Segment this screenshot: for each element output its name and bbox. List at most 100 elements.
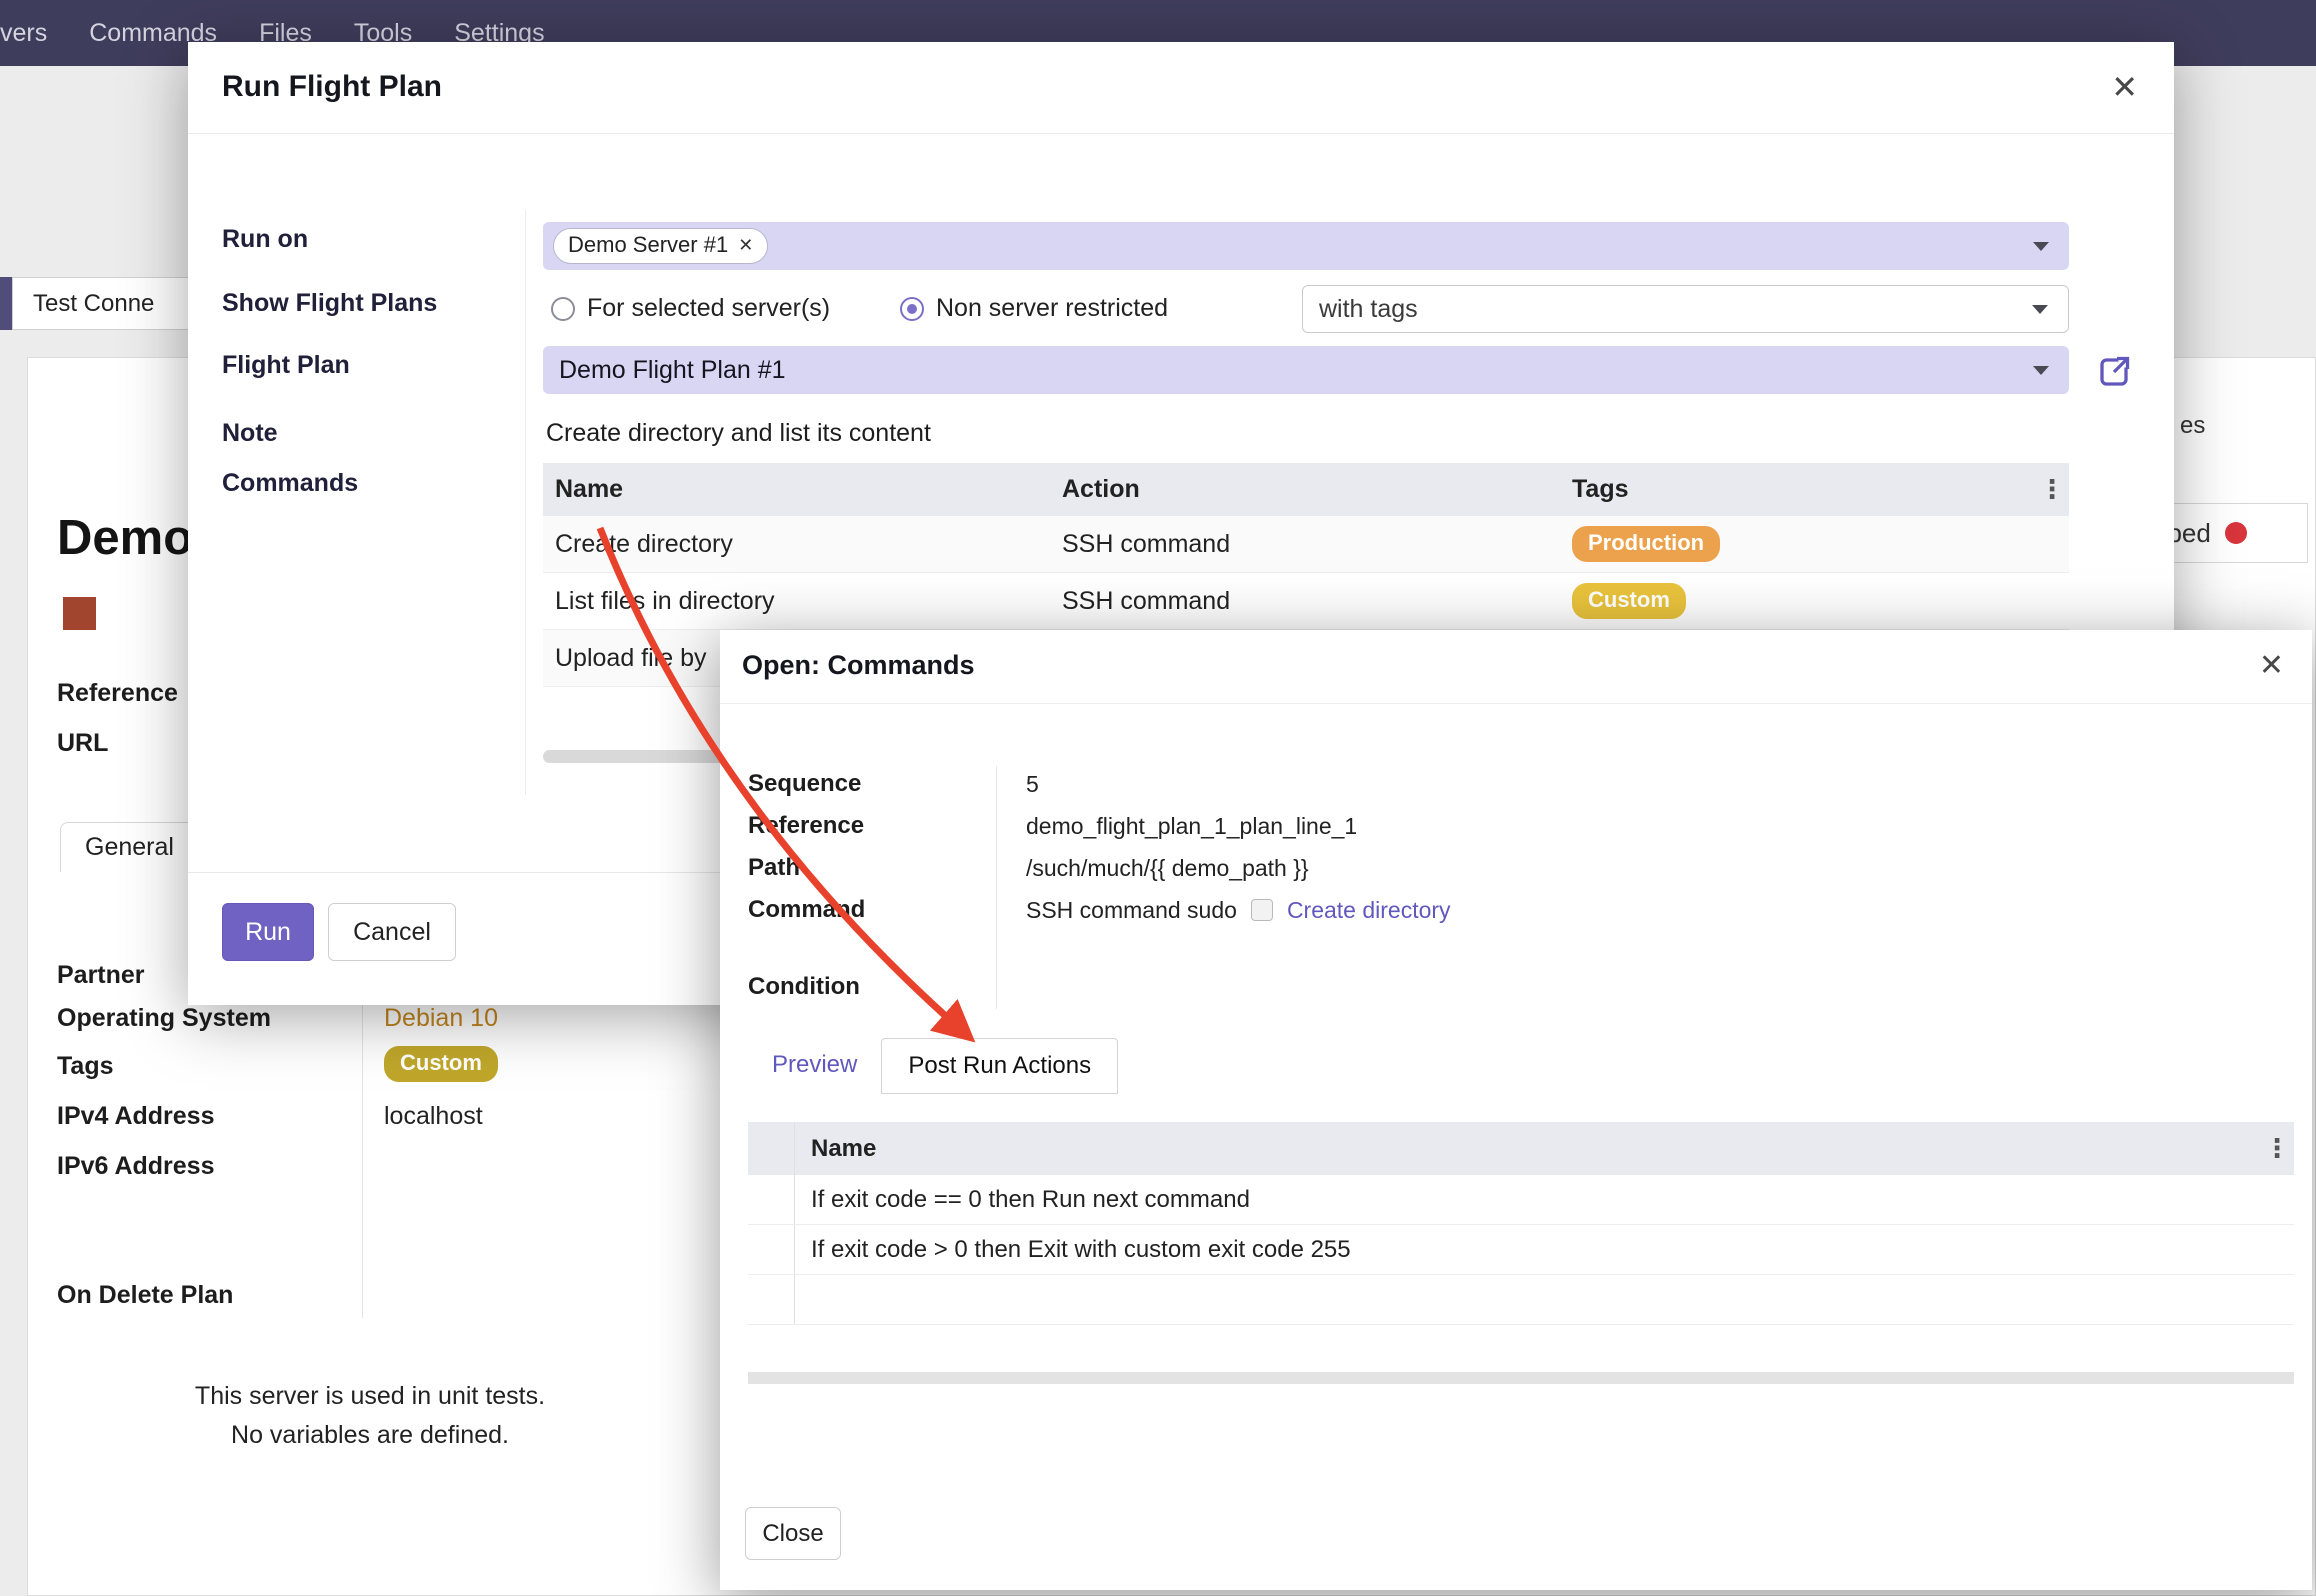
reference-field-label: Reference [57, 679, 178, 708]
command-label: Command [748, 896, 996, 924]
flight-plan-value: Demo Flight Plan #1 [559, 356, 786, 385]
breadcrumb-button-fragment[interactable] [0, 277, 12, 330]
create-directory-link[interactable]: Create directory [1287, 897, 1451, 924]
cell-tags: Production [1572, 526, 2069, 562]
tag-badge-production: Production [1572, 526, 1720, 562]
table-row[interactable]: If exit code == 0 then Run next command [748, 1175, 2294, 1225]
table-row[interactable]: Create directory SSH command Production [543, 516, 2069, 573]
field-column-divider [362, 958, 363, 1318]
cell-name: If exit code == 0 then Run next command [795, 1186, 2294, 1214]
cell-action: SSH command [1062, 587, 1572, 616]
tags-field-label: Tags [57, 1052, 114, 1081]
reference-value: demo_flight_plan_1_plan_line_1 [996, 813, 1357, 840]
tab-preview[interactable]: Preview [748, 1038, 881, 1094]
test-connection-button[interactable]: Test Conne [12, 277, 212, 330]
column-header-name[interactable]: Name [795, 1135, 2260, 1163]
field-row-reference: Reference demo_flight_plan_1_plan_line_1 [748, 805, 1898, 847]
run-on-select[interactable]: Demo Server #1 ✕ [543, 222, 2069, 270]
radio-non-server-restricted-label[interactable]: Non server restricted [936, 294, 1168, 323]
path-label: Path [748, 854, 996, 882]
path-value: /such/much/{{ demo_path }} [996, 855, 1309, 882]
cell-name: If exit code > 0 then Exit with custom e… [795, 1236, 2294, 1264]
form-column-divider [525, 210, 526, 795]
command-checkbox[interactable] [1251, 899, 1273, 921]
screen: vers Commands Files Tools Settings Test … [0, 0, 2316, 1596]
open-commands-dialog: Open: Commands ✕ Sequence 5 Reference de… [720, 630, 2312, 1590]
on-delete-plan-field-label: On Delete Plan [57, 1281, 233, 1310]
post-run-actions-table: Name ⋮ If exit code == 0 then Run next c… [748, 1122, 2294, 1325]
server-chip: Demo Server #1 ✕ [553, 228, 768, 264]
table-row[interactable]: List files in directory SSH command Cust… [543, 573, 2069, 630]
field-row-sequence: Sequence 5 [748, 763, 1898, 805]
field-row-condition: Condition [748, 966, 1898, 1008]
field-row-path: Path /such/much/{{ demo_path }} [748, 847, 1898, 889]
condition-label: Condition [748, 973, 996, 1001]
partner-field-label: Partner [57, 961, 145, 990]
server-page-title: Demo [57, 510, 193, 566]
ipv4-value: localhost [384, 1102, 483, 1131]
unit-test-note-line1: This server is used in unit tests. [100, 1382, 640, 1411]
cell-name: List files in directory [543, 587, 1062, 616]
radio-for-selected-servers-label[interactable]: For selected server(s) [587, 294, 830, 323]
note-label: Note [222, 419, 278, 448]
row-handle[interactable] [748, 1175, 795, 1224]
column-header-action[interactable]: Action [1062, 475, 1572, 504]
kebab-menu-icon[interactable]: ⋮ [2260, 1133, 2294, 1164]
flight-plan-label: Flight Plan [222, 351, 350, 380]
close-icon[interactable]: ✕ [2111, 68, 2138, 106]
commands-table-header: Name Action Tags ⋮ [543, 463, 2069, 516]
notebook-tabs: Preview Post Run Actions [748, 1038, 1118, 1094]
dialog-header: Run Flight Plan ✕ [188, 42, 2174, 134]
table-row-empty[interactable] [748, 1275, 2294, 1325]
server-chip-label: Demo Server #1 [568, 232, 728, 258]
horizontal-scrollbar[interactable] [748, 1372, 2294, 1384]
field-column-divider [996, 766, 997, 1009]
tag-badge-custom[interactable]: Custom [384, 1046, 498, 1082]
status-stopped-dot-icon [2225, 522, 2247, 544]
ipv4-field-label: IPv4 Address [57, 1102, 214, 1131]
unit-test-note-line2: No variables are defined. [100, 1421, 640, 1450]
cancel-button[interactable]: Cancel [328, 903, 456, 961]
column-header-name[interactable]: Name [543, 475, 1062, 504]
operating-system-link[interactable]: Debian 10 [384, 1004, 498, 1033]
close-icon[interactable]: ✕ [2259, 648, 2284, 683]
reference-label: Reference [748, 812, 996, 840]
sequence-label: Sequence [748, 770, 996, 798]
chevron-down-icon [2032, 305, 2048, 314]
external-link-icon[interactable] [2096, 354, 2132, 390]
command-fields: Sequence 5 Reference demo_flight_plan_1_… [748, 763, 1898, 1008]
tab-post-run-actions[interactable]: Post Run Actions [881, 1038, 1118, 1094]
note-value: Create directory and list its content [546, 419, 931, 448]
tag-badge-custom: Custom [1572, 583, 1686, 619]
run-on-label: Run on [222, 225, 308, 254]
row-handle [748, 1275, 795, 1324]
radio-for-selected-servers[interactable] [551, 297, 575, 321]
dialog-title: Run Flight Plan [222, 70, 442, 104]
close-button[interactable]: Close [745, 1507, 841, 1560]
smart-button-fragment[interactable]: es [2180, 412, 2205, 440]
dialog-header: Open: Commands ✕ [720, 630, 2312, 704]
column-header-tags[interactable]: Tags [1572, 475, 2035, 504]
chevron-down-icon [2033, 242, 2049, 251]
chevron-down-icon [2033, 366, 2049, 375]
row-handle-column [748, 1122, 795, 1175]
with-tags-select[interactable]: with tags [1302, 285, 2069, 333]
url-field-label: URL [57, 729, 108, 758]
nav-item-servers[interactable]: vers [0, 19, 47, 48]
dialog-title: Open: Commands [742, 650, 975, 681]
kebab-menu-icon[interactable]: ⋮ [2035, 474, 2069, 505]
show-flight-plans-label: Show Flight Plans [222, 289, 437, 318]
row-handle[interactable] [748, 1225, 795, 1274]
cell-name: Create directory [543, 530, 1062, 559]
radio-non-server-restricted[interactable] [900, 297, 924, 321]
cell-action: SSH command [1062, 530, 1572, 559]
run-button[interactable]: Run [222, 903, 314, 961]
with-tags-value: with tags [1319, 295, 1418, 324]
cell-tags: Custom [1572, 583, 2069, 619]
post-run-table-header: Name ⋮ [748, 1122, 2294, 1175]
chip-remove-icon[interactable]: ✕ [738, 235, 753, 256]
table-row[interactable]: If exit code > 0 then Exit with custom e… [748, 1225, 2294, 1275]
flight-plan-select[interactable]: Demo Flight Plan #1 [543, 346, 2069, 394]
color-swatch[interactable] [63, 597, 96, 630]
sequence-value: 5 [996, 771, 1039, 798]
